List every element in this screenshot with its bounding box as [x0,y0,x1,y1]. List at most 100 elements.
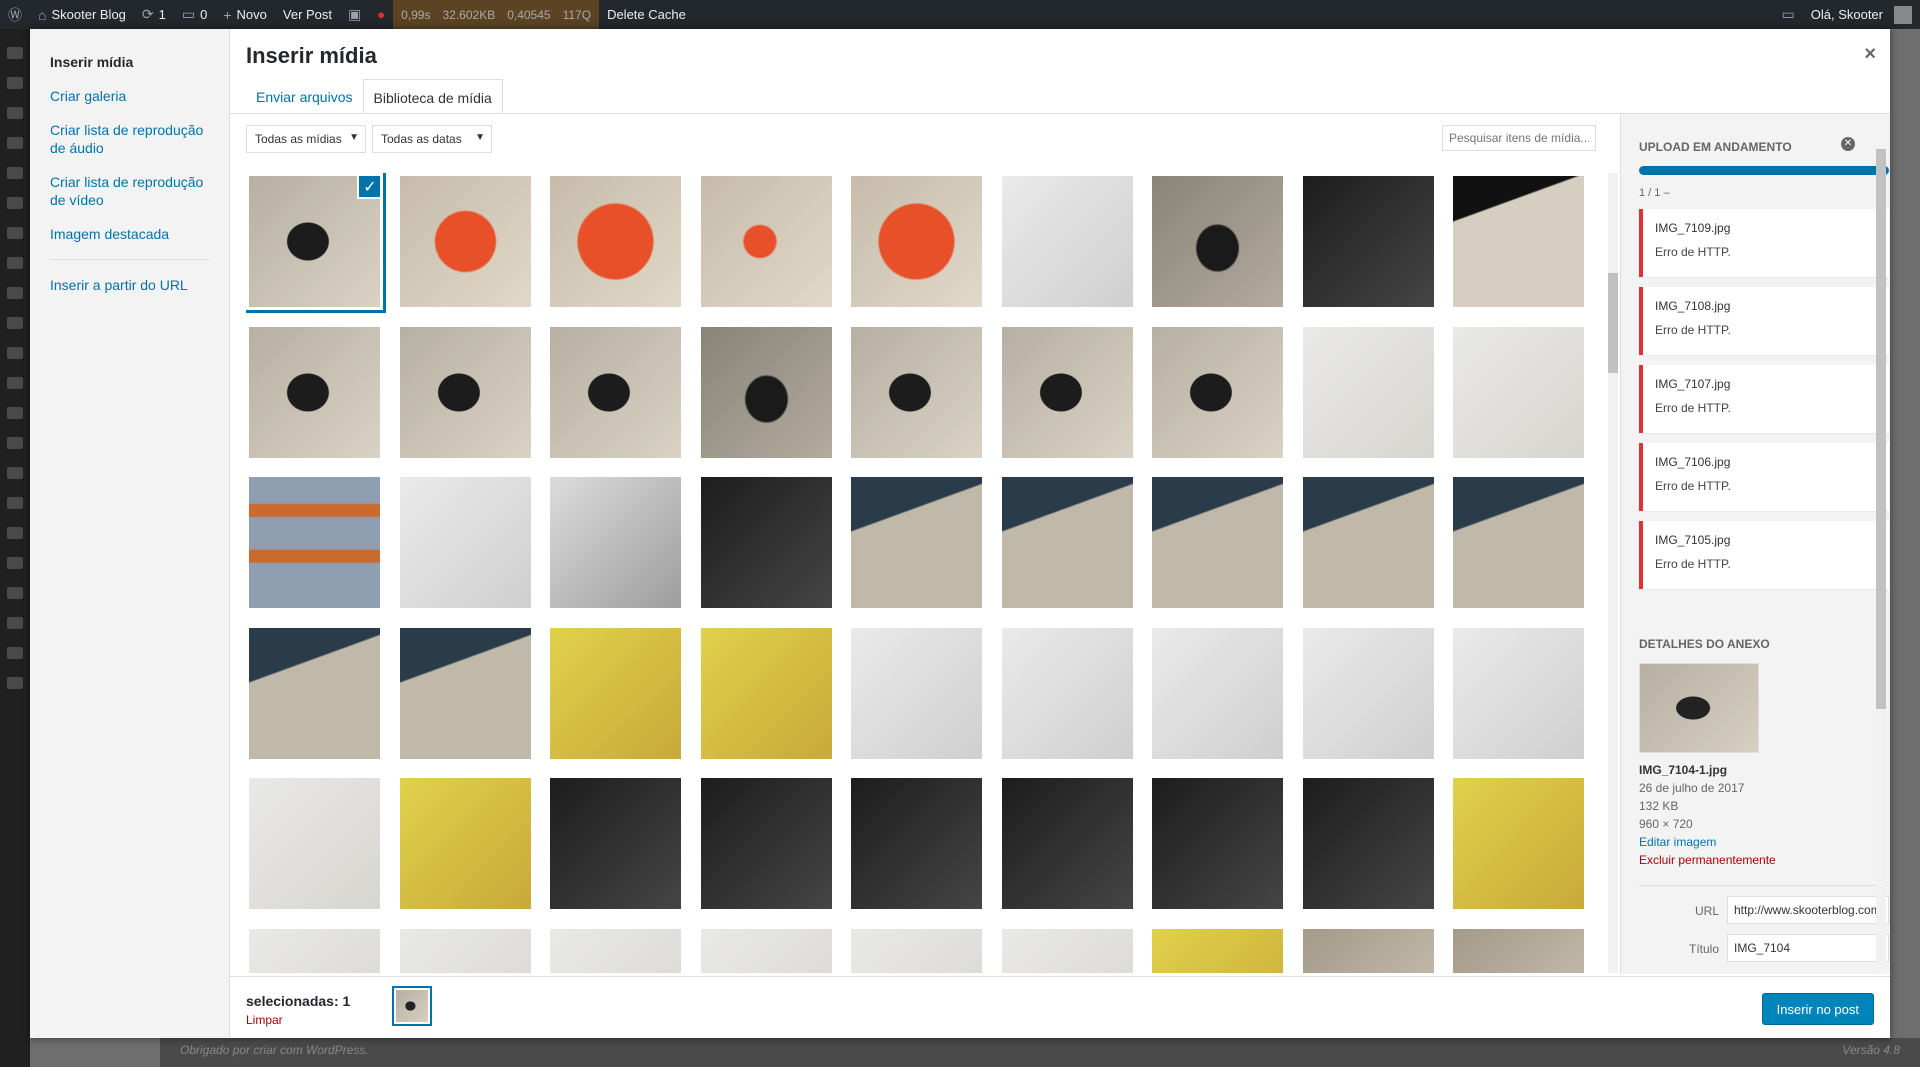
upload-count: 1 / 1 – [1639,187,1670,199]
admin-menu-backdrop [0,29,30,1067]
media-type-filter[interactable]: Todas as mídias ▼ [246,125,366,153]
attachment-thumbnail[interactable] [550,477,681,608]
home-icon: ⌂ [38,6,47,23]
dropdown-arrow-icon: ▼ [349,132,359,143]
menu-create-video-playlist[interactable]: Criar lista de reprodução de vídeo [30,165,229,217]
attachment-thumbnail[interactable] [1152,778,1283,909]
attachment-thumbnail[interactable] [399,627,531,759]
tab-media-library[interactable]: Biblioteca de mídia [362,79,503,113]
attachment-thumbnail[interactable] [1152,627,1283,759]
attachment-thumbnail[interactable] [700,928,832,973]
menu-featured-image[interactable]: Imagem destacada [30,217,229,251]
attachment-thumbnail[interactable] [399,928,531,973]
attachment-thumbnail[interactable] [851,778,982,909]
attachment-thumbnail[interactable] [1453,326,1584,458]
wordpress-logo-button[interactable]: Ⓦ [0,0,30,29]
attachment-thumbnail[interactable] [249,928,380,973]
attachment-thumbnail[interactable] [550,627,681,759]
details-divider [1639,885,1889,886]
attachment-thumbnail[interactable] [700,778,832,909]
menu-create-audio-playlist[interactable]: Criar lista de reprodução de áudio [30,113,229,165]
attachment-thumbnail[interactable] [399,477,531,608]
attachment-thumbnail[interactable] [1453,627,1584,759]
attachment-thumbnail[interactable] [249,778,380,909]
dismiss-uploads-icon[interactable]: ✕ [1841,137,1855,151]
insert-into-post-button[interactable]: Inserir no post [1761,993,1874,1025]
updates-link[interactable]: ⟳ 1 [134,0,174,29]
attachment-thumbnail[interactable] [550,928,681,973]
date-filter[interactable]: Todas as datas ▼ [372,125,492,153]
grid-scrollbar[interactable] [1608,173,1618,973]
new-content-link[interactable]: + Novo [215,0,275,29]
yoast-icon[interactable]: ▣ [340,0,369,29]
menu-insert-from-url[interactable]: Inserir a partir do URL [30,268,229,302]
attachment-thumbnail[interactable] [249,627,380,759]
sidebar-scrollbar[interactable] [1876,149,1886,969]
title-field[interactable]: IMG_7104 [1727,934,1889,962]
attachment-thumbnail[interactable] [1001,176,1133,307]
attachment-thumbnail[interactable] [851,326,982,458]
attachment-thumbnail[interactable] [399,778,531,909]
menu-create-gallery[interactable]: Criar galeria [30,79,229,113]
clear-selection-link[interactable]: Limpar [246,1013,283,1027]
tab-upload-files[interactable]: Enviar arquivos [246,79,363,113]
attachment-thumbnail[interactable] [851,627,982,759]
attachment-thumbnail[interactable] [550,326,681,458]
performance-stats[interactable]: 0,99s 32.602KB 0,40545 117Q [393,0,600,29]
delete-permanently-link[interactable]: Excluir permanentemente [1639,851,1890,869]
attachment-thumbnail[interactable] [1302,928,1434,973]
attachment-thumbnail[interactable] [1001,326,1133,458]
upload-progress-bar [1639,166,1889,175]
attachment-thumbnail[interactable] [851,477,982,608]
modal-title: Inserir mídia [246,43,377,68]
attachment-thumbnail[interactable] [851,928,982,973]
view-post-link[interactable]: Ver Post [275,0,340,29]
attachment-thumbnail[interactable] [700,627,832,759]
attachment-thumbnail[interactable] [1152,326,1283,458]
attachment-thumbnail[interactable] [1152,928,1283,973]
attachment-thumbnail[interactable] [1453,176,1584,307]
comments-link[interactable]: ▭ 0 [174,0,215,29]
attachment-thumbnail[interactable] [1001,477,1133,608]
menu-insert-media[interactable]: Inserir mídia [30,45,229,79]
attachment-thumbnail[interactable] [249,326,380,458]
search-input[interactable] [1442,125,1596,151]
close-icon[interactable]: × [1864,43,1876,66]
attachment-thumbnail[interactable] [1302,778,1434,909]
attachment-thumbnail[interactable] [700,477,832,608]
attachment-thumbnail[interactable] [1001,778,1133,909]
attachment-thumbnail[interactable] [249,477,380,608]
notification-icon[interactable]: ▭ [1774,0,1803,29]
site-name-link[interactable]: ⌂ Skooter Blog [30,0,134,29]
wordpress-icon: Ⓦ [8,6,22,23]
attachment-thumbnail[interactable] [550,176,681,307]
attachment-date: 26 de julho de 2017 [1639,781,1745,795]
attachment-thumbnail[interactable]: ✓ [246,173,386,313]
account-link[interactable]: Olá, Skooter [1803,0,1920,29]
attachment-thumbnail[interactable] [700,176,832,307]
attachment-thumbnail[interactable] [1453,928,1584,973]
attachment-thumbnail[interactable] [851,176,982,307]
selected-thumbnail[interactable] [392,986,432,1026]
attachment-thumbnail[interactable] [1001,627,1133,759]
attachment-thumbnail[interactable] [1453,477,1584,608]
attachments-grid: ✓ [246,173,1593,973]
delete-cache-link[interactable]: Delete Cache [599,0,694,29]
attachment-thumbnail[interactable] [700,326,832,458]
attachment-thumbnail[interactable] [1302,477,1434,608]
attachment-thumbnail[interactable] [1302,176,1434,307]
edit-image-link[interactable]: Editar imagem [1639,833,1890,851]
attachment-thumbnail[interactable] [1302,627,1434,759]
status-dot-icon[interactable]: ● [369,0,393,29]
attachment-thumbnail[interactable] [1453,778,1584,909]
attachment-thumbnail[interactable] [1001,928,1133,973]
attachment-thumbnail[interactable] [1152,477,1283,608]
url-field[interactable]: http://www.skooterblog.com [1727,896,1889,924]
attachment-thumbnail[interactable] [399,176,531,307]
attachment-thumbnail[interactable] [1302,326,1434,458]
attachment-thumbnail[interactable] [399,326,531,458]
comment-icon: ▭ [181,6,196,22]
checkmark-icon[interactable]: ✓ [357,176,380,199]
attachment-thumbnail[interactable] [550,778,681,909]
attachment-thumbnail[interactable] [1152,176,1283,307]
